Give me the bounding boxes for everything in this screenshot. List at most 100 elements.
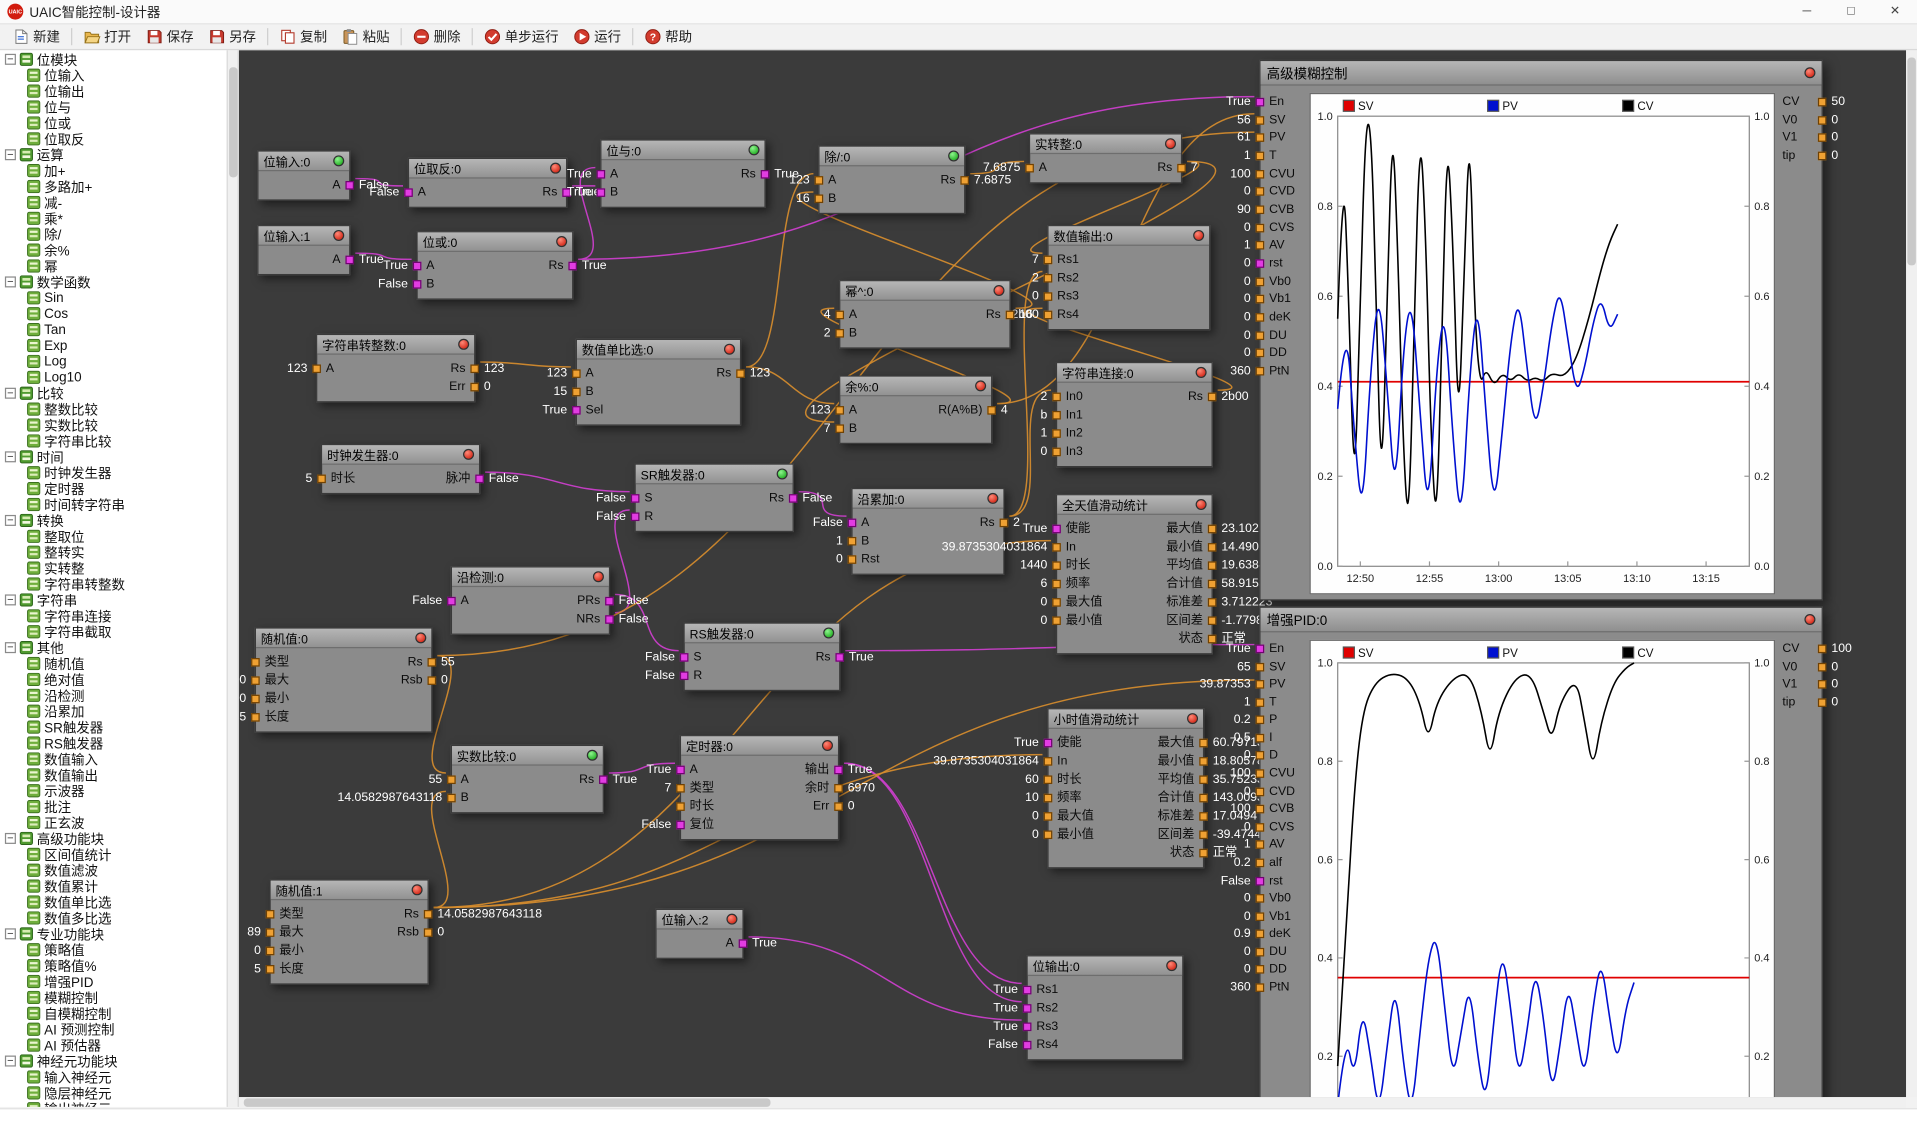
tree-item-除/[interactable]: 除/ bbox=[0, 226, 227, 242]
output-port[interactable] bbox=[1199, 830, 1208, 839]
output-port[interactable] bbox=[568, 262, 577, 271]
node-title-bar[interactable]: 位输出:0 bbox=[1028, 956, 1182, 976]
input-port[interactable] bbox=[1052, 616, 1061, 625]
panel-output-port-CV[interactable] bbox=[1818, 98, 1827, 107]
toolbar-button-delete[interactable]: 删除 bbox=[405, 26, 467, 48]
tree-item-幂[interactable]: 幂 bbox=[0, 258, 227, 274]
input-port[interactable] bbox=[676, 821, 685, 830]
input-port[interactable] bbox=[835, 329, 844, 338]
tree-item-字符串截取[interactable]: 字符串截取 bbox=[0, 624, 227, 640]
tree-collapse-icon[interactable]: − bbox=[5, 1056, 16, 1067]
tree-collapse-icon[interactable]: − bbox=[5, 149, 16, 160]
output-port[interactable] bbox=[789, 494, 798, 503]
node-title-bar[interactable]: 幂^:0 bbox=[840, 281, 1009, 301]
tree-item-数值累计[interactable]: 数值累计 bbox=[0, 878, 227, 894]
output-port[interactable] bbox=[605, 597, 614, 606]
panel-input-port-SV[interactable] bbox=[1256, 116, 1265, 125]
output-port[interactable] bbox=[1000, 519, 1009, 528]
panel-input-port-SV[interactable] bbox=[1256, 662, 1265, 671]
output-port[interactable] bbox=[736, 369, 745, 378]
panel-output-port-V0[interactable] bbox=[1818, 662, 1827, 671]
node-位输入:2[interactable]: 位输入:2ATrue bbox=[655, 909, 743, 959]
output-port[interactable] bbox=[1199, 739, 1208, 748]
node-title-bar[interactable]: 位输入:0 bbox=[258, 152, 349, 172]
tree-item-减-[interactable]: 减- bbox=[0, 194, 227, 210]
node-小时值滑动统计[interactable]: 小时值滑动统计True使能最大值60.7971339.8735304031864… bbox=[1047, 708, 1204, 868]
panel-input-port-rst[interactable] bbox=[1256, 259, 1265, 268]
panel-input-port-CVU[interactable] bbox=[1256, 769, 1265, 778]
node-位取反:0[interactable]: 位取反:0FalseARsTrue bbox=[408, 158, 567, 208]
tree-item-策略值%[interactable]: 策略值% bbox=[0, 958, 227, 974]
tree-group-比较[interactable]: −比较 bbox=[0, 385, 227, 401]
node-title-bar[interactable]: 位取反:0 bbox=[409, 159, 566, 179]
output-port[interactable] bbox=[1208, 561, 1217, 570]
node-幂^:0[interactable]: 幂^:04ARs162B bbox=[839, 280, 1011, 348]
node-沿累加:0[interactable]: 沿累加:0FalseARs21B0Rst bbox=[851, 488, 1004, 575]
tree-item-数值多比选[interactable]: 数值多比选 bbox=[0, 910, 227, 926]
tree-item-字符串比较[interactable]: 字符串比较 bbox=[0, 433, 227, 449]
input-port[interactable] bbox=[413, 280, 422, 289]
tree-item-区间值统计[interactable]: 区间值统计 bbox=[0, 846, 227, 862]
panel-input-port-Vb1[interactable] bbox=[1256, 295, 1265, 304]
panel-output-port-tip[interactable] bbox=[1818, 152, 1827, 161]
tree-item-随机值[interactable]: 随机值 bbox=[0, 656, 227, 672]
output-port[interactable] bbox=[1199, 775, 1208, 784]
panel-input-port-DD[interactable] bbox=[1256, 349, 1265, 358]
input-port[interactable] bbox=[251, 658, 260, 667]
panel-input-port-Vb0[interactable] bbox=[1256, 277, 1265, 286]
node-位与:0[interactable]: 位与:0TrueARsTrueTrueB bbox=[600, 139, 765, 207]
tree-item-绝对值[interactable]: 绝对值 bbox=[0, 671, 227, 687]
panel-input-port-PtN[interactable] bbox=[1256, 983, 1265, 992]
output-port[interactable] bbox=[1208, 598, 1217, 607]
output-port[interactable] bbox=[1208, 635, 1217, 644]
panel-input-port-D[interactable] bbox=[1256, 752, 1265, 761]
panel-input-port-T[interactable] bbox=[1256, 152, 1265, 161]
tree-item-数值单比选[interactable]: 数值单比选 bbox=[0, 894, 227, 910]
toolbar-button-save[interactable]: 保存 bbox=[138, 26, 200, 48]
input-port[interactable] bbox=[572, 406, 581, 415]
tree-scrollbar[interactable] bbox=[228, 50, 239, 1107]
node-title-bar[interactable]: RS触发器:0 bbox=[685, 624, 839, 644]
output-port[interactable] bbox=[835, 653, 844, 662]
toolbar-button-new[interactable]: 新建 bbox=[5, 26, 67, 48]
toolbar-button-open[interactable]: 打开 bbox=[76, 26, 138, 48]
tree-group-转换[interactable]: −转换 bbox=[0, 512, 227, 528]
node-title-bar[interactable]: 除/:0 bbox=[820, 147, 965, 167]
input-port[interactable] bbox=[815, 194, 824, 203]
input-port[interactable] bbox=[848, 519, 857, 528]
panel-input-port-CVD[interactable] bbox=[1256, 187, 1265, 196]
input-port[interactable] bbox=[1044, 311, 1053, 320]
toolbar-button-run[interactable]: 运行 bbox=[566, 26, 628, 48]
tree-item-数值输出[interactable]: 数值输出 bbox=[0, 767, 227, 783]
panel-output-port-V1[interactable] bbox=[1818, 134, 1827, 143]
panel-增强PID:0[interactable]: 增强PID:0TrueEn65SV39.87353PV1T0.2P0.5I0D1… bbox=[1259, 607, 1823, 1097]
panel-input-port-Vb1[interactable] bbox=[1256, 912, 1265, 921]
input-port[interactable] bbox=[1044, 739, 1053, 748]
node-实转整:0[interactable]: 实转整:07.6875ARs7 bbox=[1029, 133, 1182, 183]
output-port[interactable] bbox=[428, 658, 437, 667]
tree-item-加+[interactable]: 加+ bbox=[0, 163, 227, 179]
node-位或:0[interactable]: 位或:0TrueARsTrueFalseB bbox=[417, 231, 574, 299]
close-button[interactable]: ✕ bbox=[1873, 0, 1917, 23]
panel-input-port-deK[interactable] bbox=[1256, 930, 1265, 939]
node-时钟发生器:0[interactable]: 时钟发生器:05时长脉冲False bbox=[321, 444, 480, 494]
tree-item-位输出[interactable]: 位输出 bbox=[0, 83, 227, 99]
input-port[interactable] bbox=[447, 775, 456, 784]
design-canvas[interactable]: 位输入:0AFalse位取反:0FalseARsTrue位与:0TrueARsT… bbox=[239, 50, 1906, 1097]
tree-collapse-icon[interactable]: − bbox=[5, 928, 16, 939]
node-title-bar[interactable]: 全天值滑动统计 bbox=[1057, 495, 1211, 515]
tree-item-多路加+[interactable]: 多路加+ bbox=[0, 179, 227, 195]
minimize-button[interactable]: ─ bbox=[1785, 0, 1829, 23]
input-port[interactable] bbox=[835, 311, 844, 320]
tree-item-输出神经元[interactable]: 输出神经元 bbox=[0, 1101, 227, 1107]
input-port[interactable] bbox=[1044, 274, 1053, 283]
input-port[interactable] bbox=[631, 512, 640, 521]
node-title-bar[interactable]: 位与:0 bbox=[601, 141, 764, 161]
panel-input-port-En[interactable] bbox=[1256, 98, 1265, 107]
panel-title-bar[interactable]: 高级模糊控制 bbox=[1261, 61, 1822, 85]
panel-高级模糊控制[interactable]: 高级模糊控制TrueEn56SV61PV1T100CVU0CVD90CVB0CV… bbox=[1259, 60, 1823, 601]
output-port[interactable] bbox=[1199, 849, 1208, 858]
output-port[interactable] bbox=[605, 615, 614, 624]
tree-item-余%[interactable]: 余% bbox=[0, 242, 227, 258]
tree-item-输入神经元[interactable]: 输入神经元 bbox=[0, 1069, 227, 1085]
